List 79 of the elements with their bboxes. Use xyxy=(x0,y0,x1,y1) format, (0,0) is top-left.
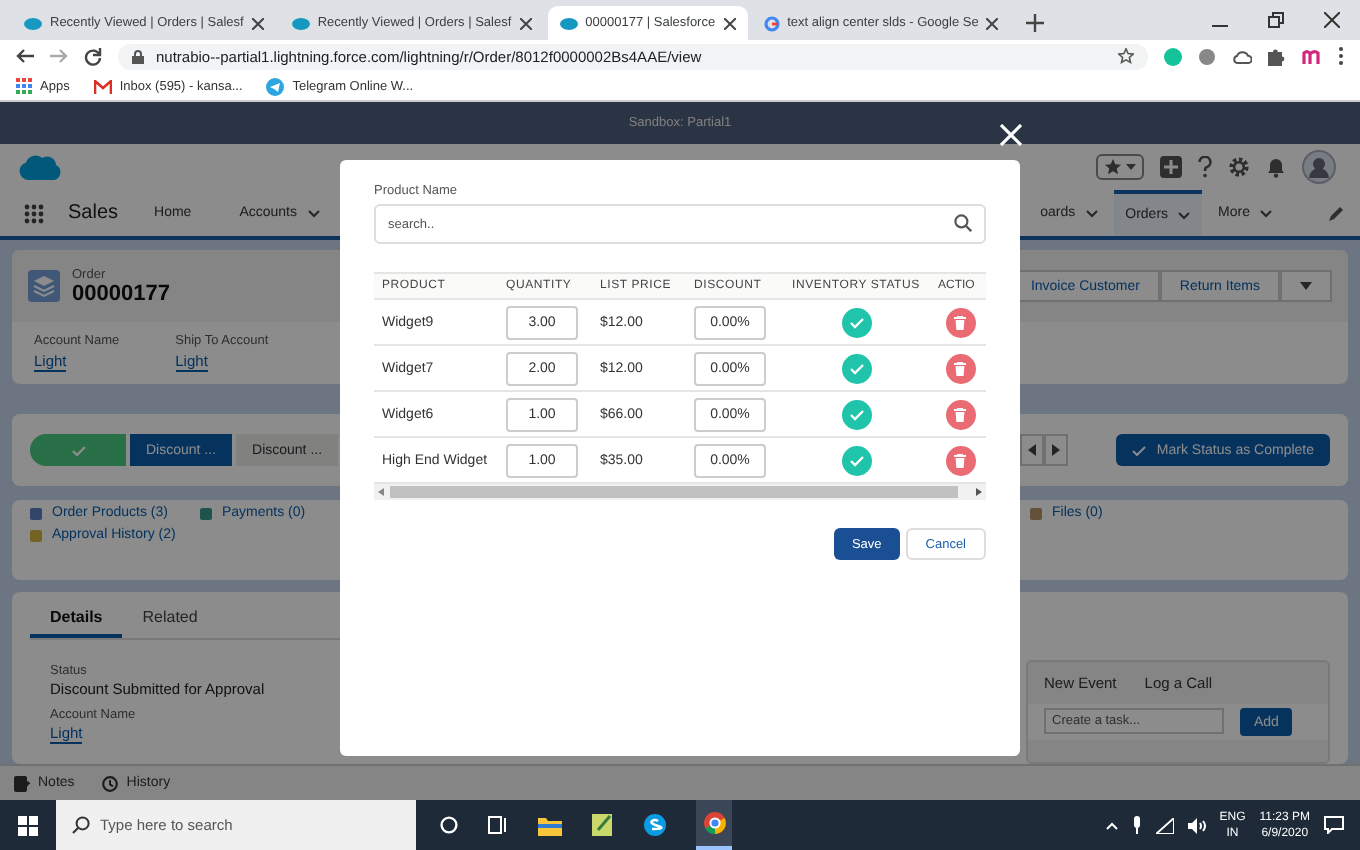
task-view-icon[interactable] xyxy=(488,816,508,834)
caret-icon xyxy=(1300,282,1312,290)
note-icon xyxy=(14,775,30,791)
tab[interactable]: Details xyxy=(30,600,123,638)
chevron-up-icon[interactable] xyxy=(1105,821,1118,829)
caret-icon xyxy=(1126,164,1136,170)
grid-icon xyxy=(16,78,32,94)
chrome-icon[interactable] xyxy=(703,812,725,834)
notification-icon[interactable] xyxy=(1324,816,1344,834)
delete-button[interactable] xyxy=(945,307,975,337)
scroll-right-icon[interactable] xyxy=(976,488,982,496)
trash-icon xyxy=(954,361,966,375)
plus-icon[interactable] xyxy=(1026,14,1045,32)
help-icon[interactable] xyxy=(1198,156,1212,178)
stack-icon xyxy=(28,270,60,302)
folder-icon[interactable] xyxy=(538,815,562,835)
plus-square-icon[interactable] xyxy=(1160,156,1182,178)
back-arrow-icon[interactable] xyxy=(16,48,34,64)
check-circle-icon xyxy=(841,307,871,337)
delete-button[interactable] xyxy=(945,445,975,475)
left-triangle-icon xyxy=(1028,444,1037,456)
previous-button[interactable] xyxy=(1020,434,1045,466)
list-icon xyxy=(199,507,212,519)
star-icon xyxy=(1104,158,1122,176)
delete-button[interactable] xyxy=(945,399,975,429)
close-icon[interactable] xyxy=(723,17,736,29)
tab[interactable]: Related xyxy=(122,600,218,638)
search-icon xyxy=(72,816,90,834)
close-icon[interactable] xyxy=(1324,12,1340,28)
paper-plane-icon xyxy=(266,77,285,95)
app-launcher-icon[interactable] xyxy=(24,203,44,223)
notepad-icon[interactable] xyxy=(592,814,614,836)
cloud-icon xyxy=(24,17,42,29)
menu-icon[interactable] xyxy=(1338,46,1344,66)
cloud-outline-icon[interactable] xyxy=(1232,49,1252,63)
app-name: Sales xyxy=(68,202,119,224)
reload-icon[interactable] xyxy=(84,47,102,65)
favorites-button[interactable] xyxy=(1096,154,1144,180)
minimize-icon[interactable] xyxy=(1212,24,1228,28)
pencil-icon[interactable] xyxy=(1328,205,1344,221)
trash-icon xyxy=(954,407,966,421)
restore-icon[interactable] xyxy=(1268,12,1284,28)
star-icon[interactable] xyxy=(1118,48,1134,64)
trash-icon xyxy=(954,453,966,467)
close-icon[interactable] xyxy=(251,17,264,29)
record-number: 00000177 xyxy=(72,281,170,305)
skype-icon[interactable] xyxy=(644,814,666,836)
check-circle-icon xyxy=(841,399,871,429)
check-circle-icon xyxy=(841,445,871,475)
next-button[interactable] xyxy=(1044,434,1069,466)
check-circle-icon xyxy=(841,353,871,383)
cloud-icon xyxy=(559,17,578,29)
clock-icon xyxy=(102,775,119,791)
check-icon xyxy=(71,445,85,455)
close-icon[interactable] xyxy=(519,17,532,29)
list-icon xyxy=(1030,507,1042,519)
microphone-icon[interactable] xyxy=(1131,816,1142,834)
circle-icon[interactable] xyxy=(440,816,458,834)
search-icon xyxy=(954,214,972,232)
google-icon xyxy=(763,15,780,31)
network-icon[interactable] xyxy=(1155,817,1174,833)
cloud-icon xyxy=(291,17,310,29)
more-actions-button[interactable] xyxy=(1280,270,1332,302)
lock-icon xyxy=(132,49,144,63)
speaker-icon[interactable] xyxy=(1187,817,1206,833)
close-icon[interactable] xyxy=(986,17,999,29)
avatar-icon[interactable] xyxy=(1302,150,1336,184)
extension-icon[interactable] xyxy=(1302,49,1322,63)
settings-icon[interactable] xyxy=(1228,156,1250,178)
check-icon xyxy=(1132,445,1147,455)
puzzle-icon[interactable] xyxy=(1268,47,1286,65)
bell-icon[interactable] xyxy=(1266,156,1286,178)
delete-button[interactable] xyxy=(945,353,975,383)
windows-start-icon[interactable] xyxy=(18,815,38,835)
horizontal-scrollbar[interactable] xyxy=(374,484,986,500)
mail-icon xyxy=(93,79,112,93)
right-triangle-icon xyxy=(1052,444,1061,456)
trash-icon xyxy=(954,315,966,329)
scroll-left-icon[interactable] xyxy=(378,488,384,496)
